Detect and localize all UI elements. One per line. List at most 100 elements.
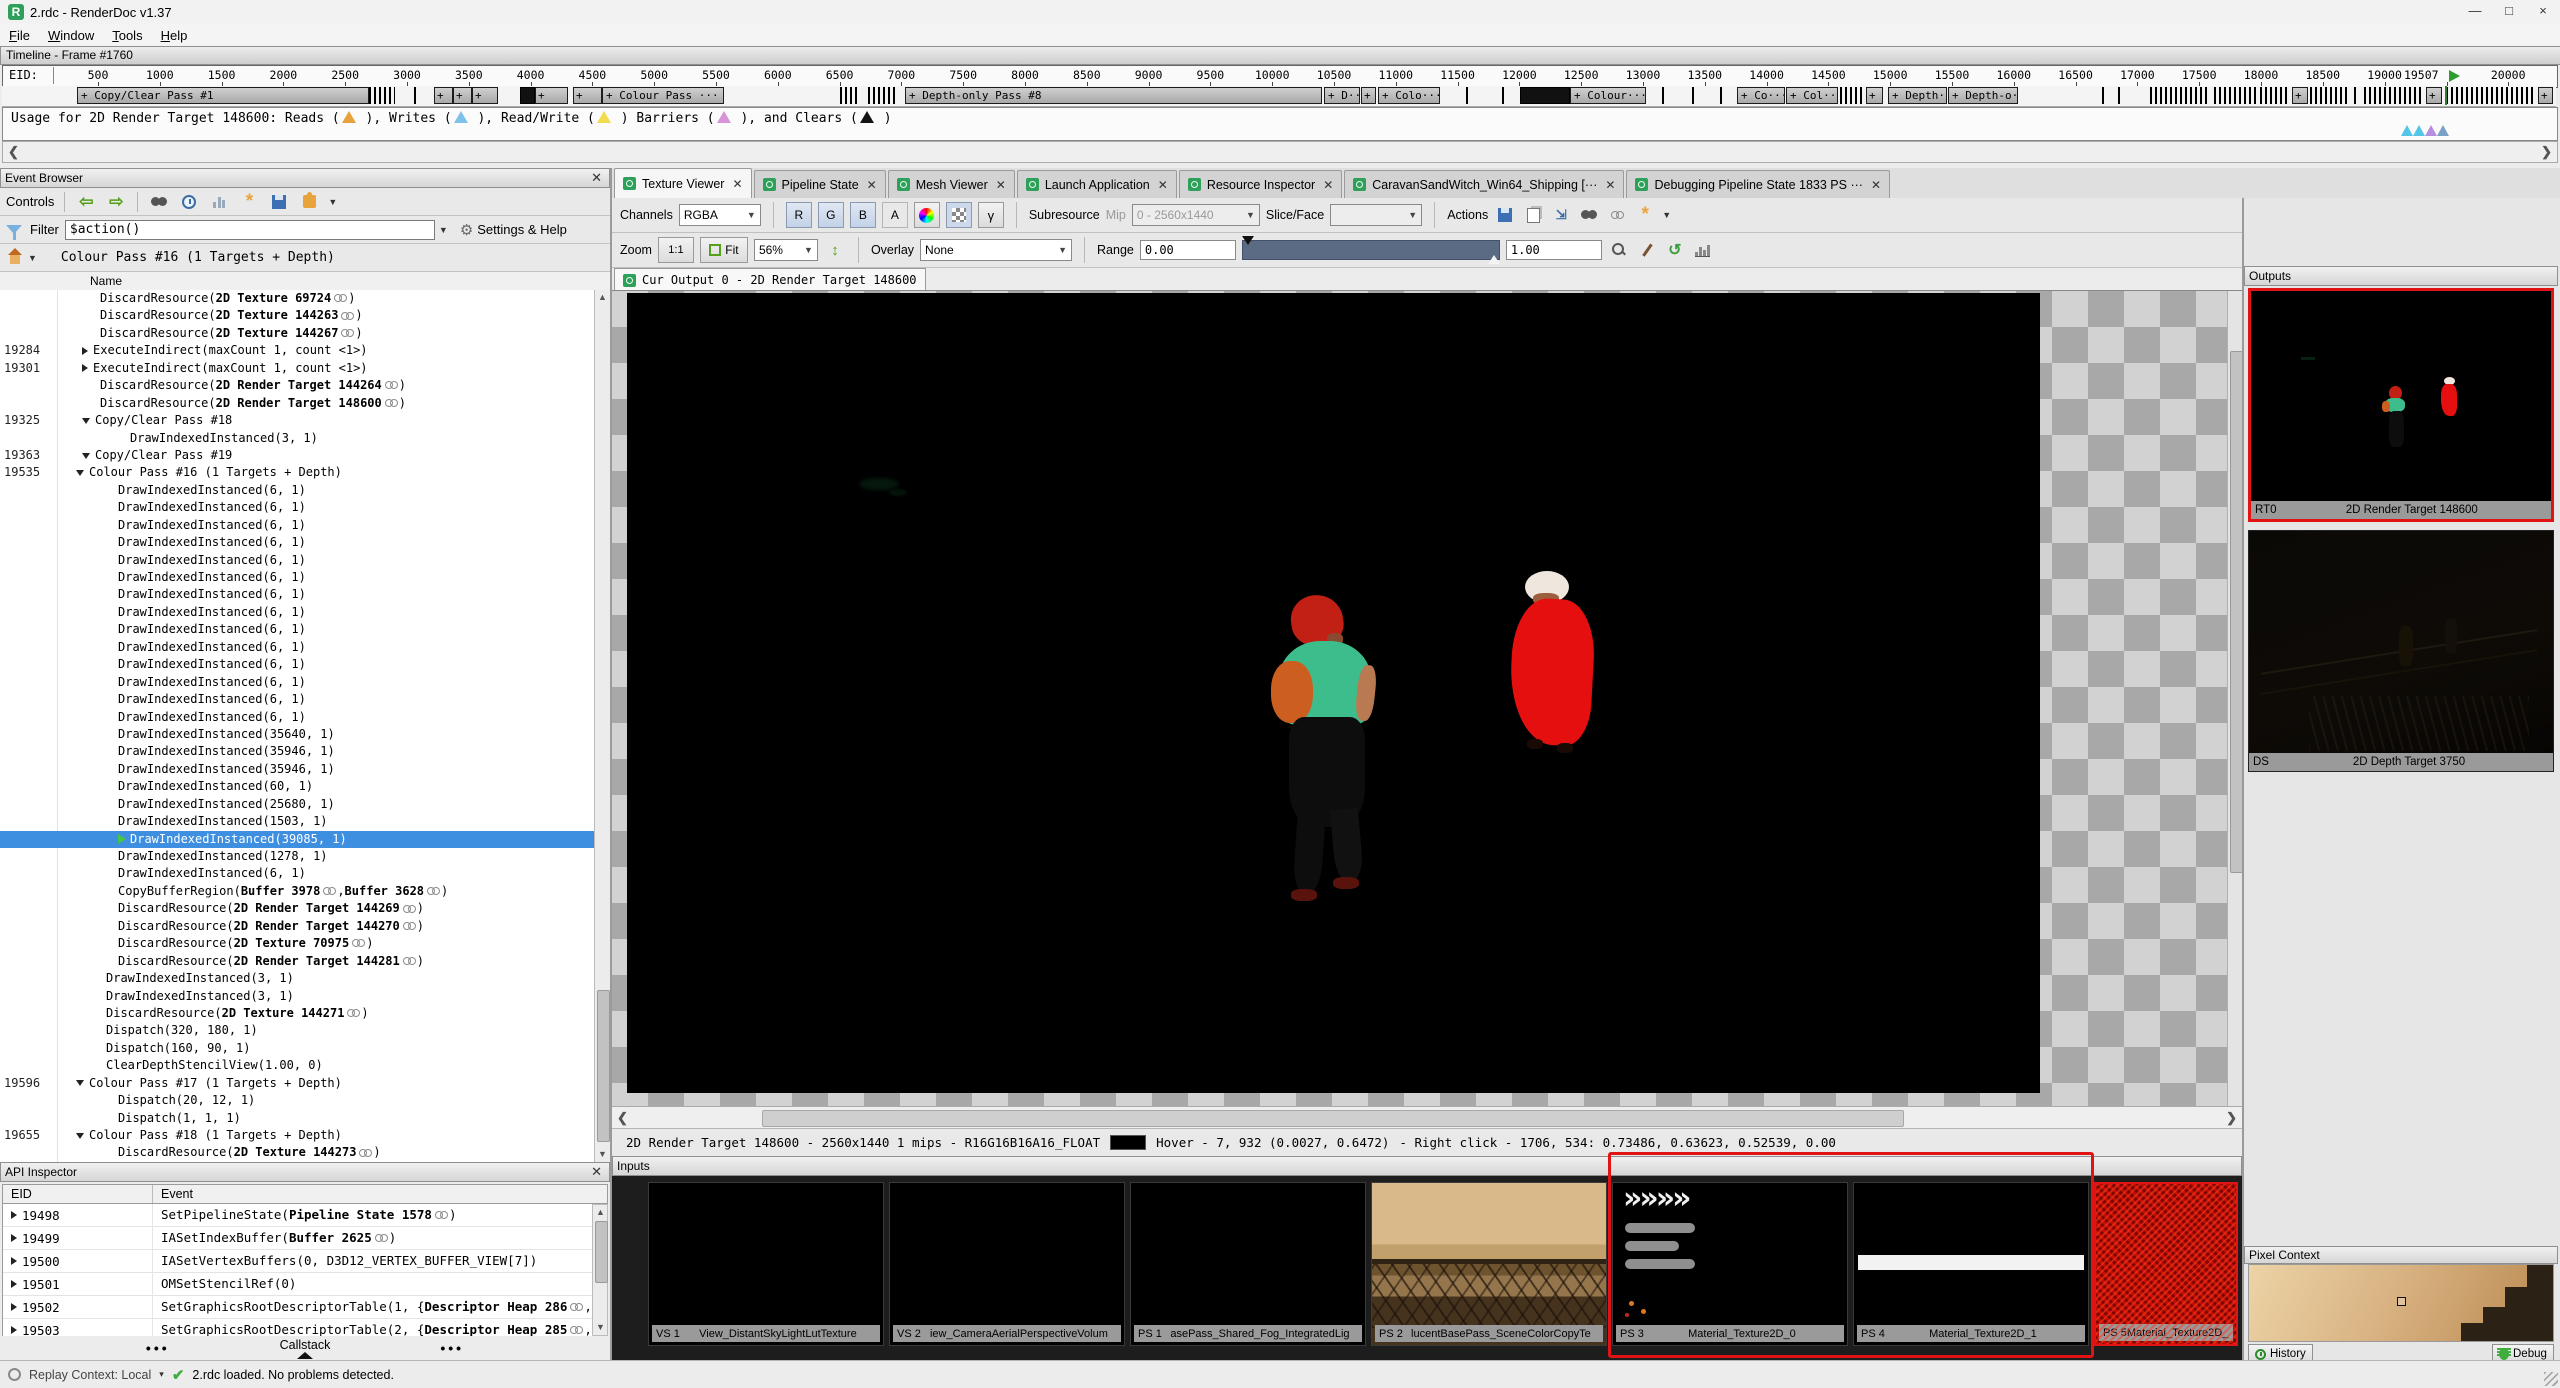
replay-context-label[interactable]: Replay Context: Local	[29, 1368, 151, 1382]
output-rt0-thumbnail[interactable]: RT0 2D Render Target 148600	[2248, 288, 2554, 522]
event-row[interactable]: DiscardResource(2D Render Target 148600 …	[0, 395, 594, 412]
texture-viewport[interactable]	[612, 290, 2242, 1107]
gear-icon[interactable]: ⚙	[460, 221, 473, 239]
event-row[interactable]: DiscardResource(2D Render Target 144269 …	[0, 900, 594, 917]
timeline-pass-bar[interactable]: + D···	[1324, 87, 1360, 104]
expander-icon[interactable]	[82, 453, 90, 459]
event-row[interactable]: DrawIndexedInstanced(6, 1)	[0, 517, 594, 534]
timeline-pass-row[interactable]: + Copy/Clear Pass #1++++++ Colour Pass ·…	[2, 86, 2556, 107]
timeline-pass-bar[interactable]: + Colo···	[1378, 87, 1440, 104]
channel-b-button[interactable]: B	[850, 202, 876, 228]
usage-event-marker-icon[interactable]	[2437, 125, 2449, 136]
input-thumbnail-ps1[interactable]: PS 1asePass_Shared_Fog_IntegratedLig	[1130, 1182, 1366, 1346]
event-row[interactable]: DrawIndexedInstanced(6, 1)	[0, 865, 594, 882]
channel-r-button[interactable]: R	[786, 202, 812, 228]
output-depth-thumbnail[interactable]: DS 2D Depth Target 3750	[2248, 530, 2554, 772]
zoom-level-select[interactable]: 56%▼	[754, 239, 818, 261]
event-row[interactable]: DrawIndexedInstanced(6, 1)	[0, 534, 594, 551]
event-row[interactable]: 19655Colour Pass #18 (1 Targets + Depth)	[0, 1127, 594, 1144]
chevron-down-icon[interactable]: ▼	[439, 225, 448, 235]
event-row[interactable]: DrawIndexedInstanced(60, 1)	[0, 778, 594, 795]
timeline-pass-plus[interactable]: +	[472, 87, 498, 104]
scroll-right-icon[interactable]: ❯	[2221, 1109, 2242, 1127]
input-thumbnail-vs2[interactable]: VS 2iew_CameraAerialPerspectiveVolum	[889, 1182, 1125, 1346]
event-row[interactable]: DrawIndexedInstanced(1503, 1)	[0, 813, 594, 830]
event-row[interactable]: DrawIndexedInstanced(35946, 1)	[0, 743, 594, 760]
expander-icon[interactable]	[11, 1326, 17, 1334]
input-thumbnail-ps5[interactable]: PS 5Material_Texture2D_2	[2094, 1182, 2238, 1346]
expander-icon[interactable]	[82, 418, 90, 424]
resize-grip[interactable]	[2544, 1372, 2558, 1386]
scroll-down-icon[interactable]: ▼	[595, 1147, 610, 1162]
scroll-up-icon[interactable]: ▲	[595, 290, 610, 305]
range-min-input[interactable]	[1140, 240, 1236, 260]
event-row[interactable]: DrawIndexedInstanced(6, 1)	[0, 604, 594, 621]
back-arrow-icon[interactable]: ⇦	[75, 191, 97, 213]
chevron-down-icon[interactable]: ▼	[328, 197, 337, 207]
event-row[interactable]: DiscardResource(2D Render Target 144264 …	[0, 377, 594, 394]
tab-close-icon[interactable]: ✕	[1871, 178, 1881, 192]
input-thumbnail-ps2[interactable]: PS 2lucentBasePass_SceneColorCopyTe	[1371, 1182, 1607, 1346]
event-row[interactable]: Dispatch(1, 1, 1)	[0, 1110, 594, 1127]
menu-tools[interactable]: Tools	[103, 26, 151, 45]
event-row[interactable]: DrawIndexedInstanced(6, 1)	[0, 569, 594, 586]
maximize-button[interactable]: □	[2492, 0, 2526, 24]
current-output-tab[interactable]: Cur Output 0 - 2D Render Target 148600	[614, 268, 926, 291]
home-icon[interactable]	[8, 254, 22, 266]
usage-event-marker-icon[interactable]	[2401, 125, 2413, 136]
minimize-button[interactable]: —	[2458, 0, 2492, 24]
event-row[interactable]: 19535Colour Pass #16 (1 Targets + Depth)	[0, 464, 594, 481]
event-row[interactable]: DiscardResource(2D Texture 144263 )	[0, 307, 594, 324]
expander-icon[interactable]	[76, 1080, 84, 1086]
timeline-pass-bar[interactable]: + Copy/Clear Pass #1	[77, 87, 369, 104]
range-max-input[interactable]	[1506, 240, 1602, 260]
tab-close-icon[interactable]: ✕	[867, 178, 877, 192]
expander-icon[interactable]	[11, 1257, 17, 1265]
api-row[interactable]: 19500IASetVertexBuffers(0, D3D12_VERTEX_…	[3, 1250, 593, 1273]
tab-close-icon[interactable]: ✕	[1605, 178, 1615, 192]
name-column-header[interactable]: Name	[90, 274, 122, 288]
scroll-left-icon[interactable]: ❮	[3, 143, 24, 161]
scroll-down-icon[interactable]: ▼	[593, 1320, 608, 1335]
event-row[interactable]: DiscardResource(2D Texture 70975 )	[0, 935, 594, 952]
timeline-pass-bar[interactable]: + Col···	[1786, 87, 1838, 104]
tab-caravansandwitch-win64-shipping[interactable]: CaravanSandWitch_Win64_Shipping [···✕	[1344, 170, 1624, 198]
forward-arrow-icon[interactable]: ⇨	[105, 191, 127, 213]
mip-select[interactable]: 0 - 2560x1440▼	[1132, 204, 1260, 226]
timeline-pass-plus[interactable]: +	[434, 87, 453, 104]
gamma-button[interactable]: γ	[978, 202, 1004, 228]
filter-input[interactable]	[65, 220, 435, 240]
scroll-right-icon[interactable]: ❯	[2536, 143, 2557, 161]
range-white-point-handle[interactable]	[1488, 255, 1500, 264]
tab-mesh-viewer[interactable]: Mesh Viewer✕	[888, 170, 1015, 198]
api-row[interactable]: 19502SetGraphicsRootDescriptorTable(1, {…	[3, 1296, 593, 1319]
tab-close-icon[interactable]: ✕	[996, 178, 1006, 192]
timeline-hscrollbar[interactable]: ❮ ❯	[2, 141, 2558, 163]
timeline-pass-plus[interactable]: +	[2426, 87, 2442, 104]
scrollbar-thumb[interactable]	[595, 1221, 608, 1283]
event-row[interactable]: DrawIndexedInstanced(6, 1)	[0, 621, 594, 638]
tab-texture-viewer[interactable]: Texture Viewer✕	[614, 168, 752, 198]
event-row[interactable]: DiscardResource(2D Texture 69724 )	[0, 290, 594, 307]
expander-icon[interactable]	[11, 1234, 17, 1242]
timeline-pass-plus[interactable]: +	[2538, 87, 2553, 104]
color-wheel-icon[interactable]	[914, 202, 940, 228]
extensions-icon[interactable]	[298, 191, 320, 213]
callstack-label[interactable]: Callstack	[280, 1338, 331, 1359]
timing-clock-icon[interactable]	[178, 191, 200, 213]
event-row[interactable]: DrawIndexedInstanced(6, 1)	[0, 709, 594, 726]
link-icon[interactable]	[1606, 204, 1628, 226]
timeline-pass-bar[interactable]: + Colour Pass ···	[602, 87, 724, 104]
close-panel-icon[interactable]: ✕	[588, 170, 605, 186]
tab-launch-application[interactable]: Launch Application✕	[1017, 170, 1177, 198]
scrollbar-thumb[interactable]	[597, 990, 610, 1142]
timeline-ruler[interactable]: EID: 50010001500200025003000350040004500…	[2, 65, 2558, 88]
bookmark-icon[interactable]: *	[238, 191, 260, 213]
event-row[interactable]: DiscardResource(2D Render Target 144270 …	[0, 918, 594, 935]
expander-icon[interactable]	[11, 1280, 17, 1288]
scrollbar-thumb[interactable]	[762, 1110, 1904, 1127]
event-row[interactable]: DrawIndexedInstanced(6, 1)	[0, 691, 594, 708]
channels-select[interactable]: RGBA▼	[679, 204, 761, 226]
event-row[interactable]: DrawIndexedInstanced(6, 1)	[0, 552, 594, 569]
tab-close-icon[interactable]: ✕	[1323, 178, 1333, 192]
